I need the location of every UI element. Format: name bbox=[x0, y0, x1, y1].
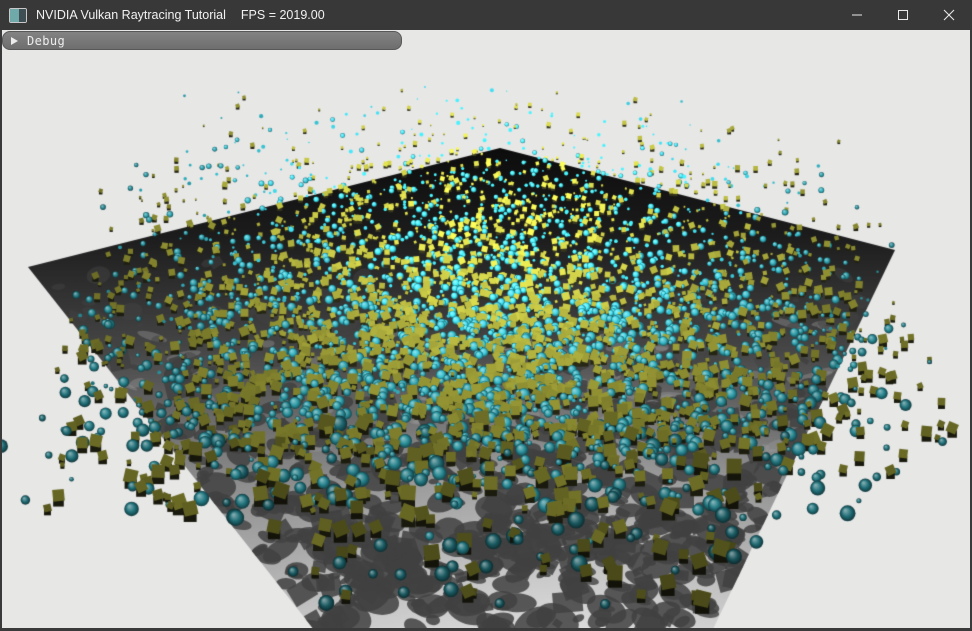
app-icon bbox=[9, 8, 27, 23]
maximize-icon bbox=[897, 9, 909, 21]
window-controls bbox=[834, 0, 972, 30]
close-button[interactable] bbox=[926, 0, 972, 30]
window-title: NVIDIA Vulkan Raytracing Tutorial bbox=[36, 8, 226, 22]
render-viewport[interactable]: Debug bbox=[0, 30, 972, 631]
app-window: NVIDIA Vulkan Raytracing Tutorial FPS = … bbox=[0, 0, 972, 631]
minimize-icon bbox=[851, 9, 863, 21]
window-border-left bbox=[0, 30, 2, 631]
debug-panel-header[interactable]: Debug bbox=[2, 31, 402, 50]
minimize-button[interactable] bbox=[834, 0, 880, 30]
titlebar: NVIDIA Vulkan Raytracing Tutorial FPS = … bbox=[0, 0, 972, 30]
close-icon bbox=[943, 9, 955, 21]
collapsed-arrow-icon bbox=[11, 37, 18, 45]
raytraced-scene-canvas[interactable] bbox=[0, 30, 972, 631]
maximize-button[interactable] bbox=[880, 0, 926, 30]
debug-panel-label: Debug bbox=[27, 34, 65, 48]
fps-counter: FPS = 2019.00 bbox=[241, 8, 325, 22]
